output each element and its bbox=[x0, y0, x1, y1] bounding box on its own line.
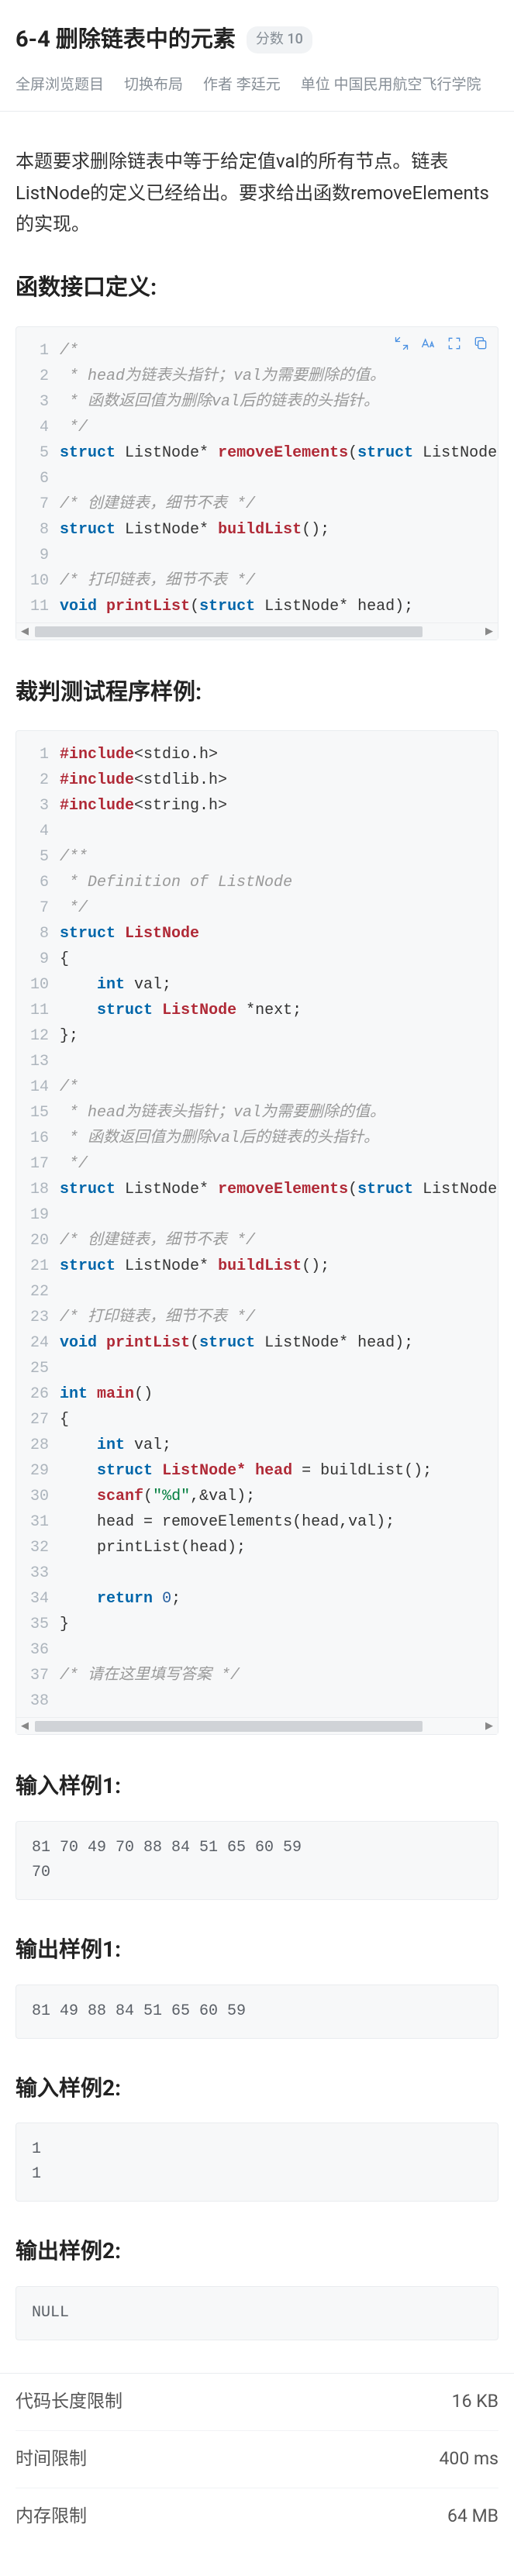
input1-heading: 输入样例1: bbox=[16, 1769, 498, 1804]
judge-code-box: 1234567891011121314151617181920212223242… bbox=[16, 730, 498, 1735]
interface-code-box: 1234567891011 /* * head为链表头指针；val为需要删除的值… bbox=[16, 326, 498, 640]
limit-label: 内存限制 bbox=[16, 2502, 87, 2531]
code-lines: #include<stdio.h>#include<stdlib.h>#incl… bbox=[60, 742, 498, 1714]
input2-heading: 输入样例2: bbox=[16, 2071, 498, 2106]
code-lines: /* * head为链表头指针；val为需要删除的值。 * 函数返回值为删除va… bbox=[60, 338, 498, 619]
fullscreen-link[interactable]: 全屏浏览题目 bbox=[16, 73, 104, 96]
limit-row: 时间限制 400 ms bbox=[16, 2431, 498, 2488]
content: 本题要求删除链表中等于给定值val的所有节点。链表ListNode的定义已经给出… bbox=[16, 112, 498, 2340]
problem-title: 6-4 删除链表中的元素 bbox=[16, 22, 236, 57]
fullscreen-icon[interactable] bbox=[447, 335, 462, 358]
code-inner: 1234567891011121314151617181920212223242… bbox=[16, 731, 498, 1717]
limit-label: 时间限制 bbox=[16, 2445, 87, 2474]
limit-value: 64 MB bbox=[447, 2502, 498, 2531]
limit-row: 代码长度限制 16 KB bbox=[16, 2374, 498, 2431]
layout-toggle[interactable]: 切换布局 bbox=[124, 73, 183, 96]
output1-box: 81 49 88 84 51 65 60 59 bbox=[16, 1985, 498, 2039]
output1-heading: 输出样例1: bbox=[16, 1933, 498, 1967]
code-inner: 1234567891011 /* * head为链表头指针；val为需要删除的值… bbox=[16, 327, 498, 622]
limit-row: 内存限制 64 MB bbox=[16, 2488, 498, 2545]
author-info: 作者 李廷元 bbox=[203, 73, 281, 96]
font-size-icon[interactable] bbox=[420, 335, 436, 358]
input1-box: 81 70 49 70 88 84 51 65 60 59 70 bbox=[16, 1821, 498, 1900]
output2-heading: 输出样例2: bbox=[16, 2234, 498, 2269]
shrink-icon[interactable] bbox=[394, 335, 409, 358]
header: 6-4 删除链表中的元素 分数 10 全屏浏览题目 切换布局 作者 李廷元 单位… bbox=[16, 0, 498, 97]
meta-row: 全屏浏览题目 切换布局 作者 李廷元 单位 中国民用航空飞行学院 bbox=[16, 73, 498, 96]
input2-box: 1 1 bbox=[16, 2123, 498, 2202]
limit-label: 代码长度限制 bbox=[16, 2388, 122, 2416]
limit-value: 16 KB bbox=[452, 2388, 498, 2416]
problem-description: 本题要求删除链表中等于给定值val的所有节点。链表ListNode的定义已经给出… bbox=[16, 146, 498, 240]
score-badge: 分数 10 bbox=[247, 26, 312, 53]
output2-box: NULL bbox=[16, 2286, 498, 2340]
copy-icon[interactable] bbox=[473, 335, 488, 358]
hscroll[interactable] bbox=[16, 622, 498, 640]
scroll-thumb[interactable] bbox=[35, 1721, 423, 1732]
title-row: 6-4 删除链表中的元素 分数 10 bbox=[16, 22, 498, 57]
scroll-thumb[interactable] bbox=[35, 626, 423, 637]
gutter: 1234567891011 bbox=[16, 338, 60, 619]
hscroll[interactable] bbox=[16, 1717, 498, 1734]
org-info: 单位 中国民用航空飞行学院 bbox=[301, 73, 481, 96]
code-actions bbox=[394, 335, 488, 358]
limits-table: 代码长度限制 16 KB 时间限制 400 ms 内存限制 64 MB bbox=[0, 2373, 514, 2544]
interface-heading: 函数接口定义: bbox=[16, 270, 498, 305]
judge-heading: 裁判测试程序样例: bbox=[16, 674, 498, 710]
gutter: 1234567891011121314151617181920212223242… bbox=[16, 742, 60, 1714]
limit-value: 400 ms bbox=[439, 2445, 498, 2474]
page-root: 6-4 删除链表中的元素 分数 10 全屏浏览题目 切换布局 作者 李廷元 单位… bbox=[0, 0, 514, 2576]
